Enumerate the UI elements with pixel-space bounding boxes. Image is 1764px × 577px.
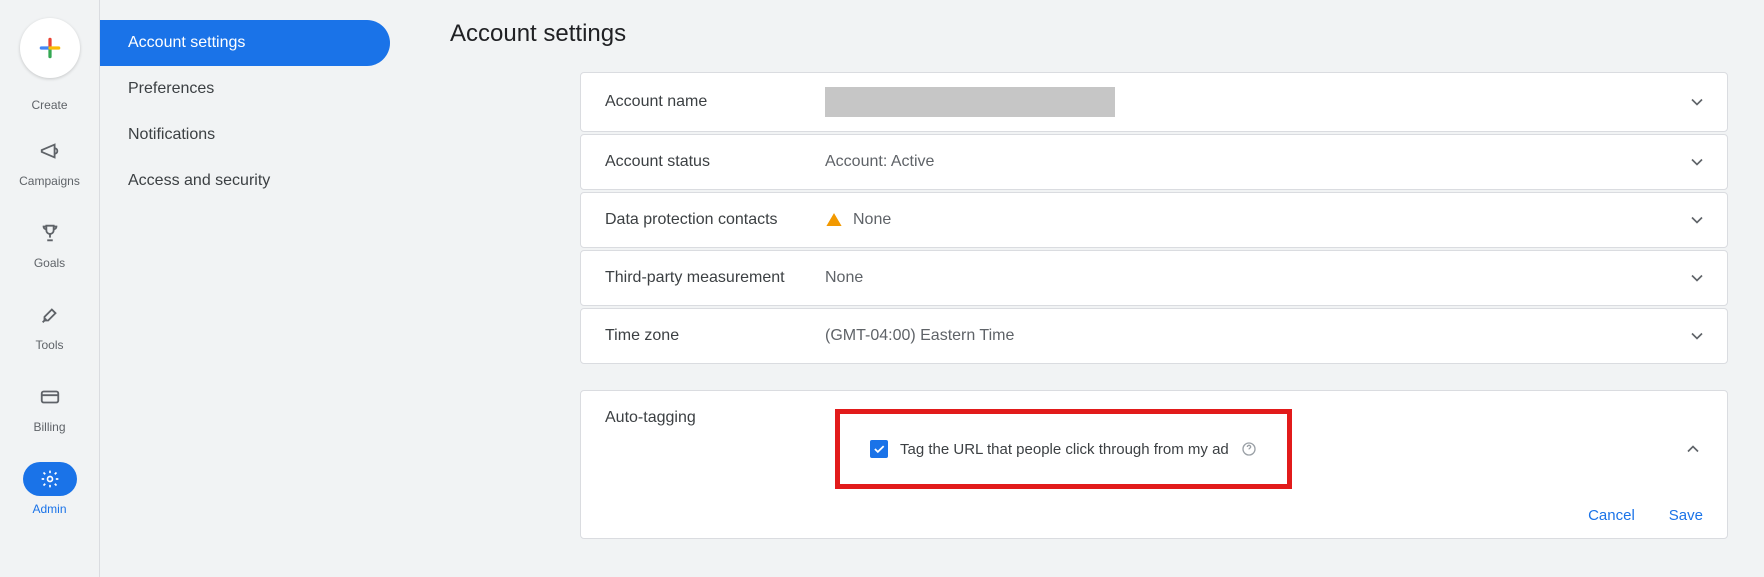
chevron-down-icon [1687,326,1707,346]
panel-label: Third-party measurement [605,269,825,287]
sidebar-item-access-security[interactable]: Access and security [100,158,390,204]
rail-label: Goals [34,256,65,270]
sidebar-item-account-settings[interactable]: Account settings [100,20,390,66]
chevron-down-icon [1687,92,1707,112]
left-rail: Create Campaigns Goals To [0,0,100,577]
panel-value: (GMT-04:00) Eastern Time [825,327,1014,345]
rail-item-campaigns[interactable]: Campaigns [10,128,90,194]
chevron-down-icon [1687,152,1707,172]
redacted-value [825,87,1115,117]
main-content: Account settings Account name Account st… [390,0,1764,577]
rail-item-tools[interactable]: Tools [10,292,90,358]
tools-icon [39,304,61,326]
page-title: Account settings [450,20,1728,48]
help-icon[interactable] [1241,441,1257,457]
highlight-box: Tag the URL that people click through fr… [835,409,1292,489]
rail-label: Tools [35,338,63,352]
chevron-down-icon [1687,268,1707,288]
create-button[interactable] [20,18,80,78]
rail-label: Campaigns [19,174,80,188]
panel-data-protection[interactable]: Data protection contacts None [580,192,1728,248]
megaphone-icon [39,140,61,162]
cancel-button[interactable]: Cancel [1588,507,1635,524]
card-icon [39,386,61,408]
sidebar: Account settings Preferences Notificatio… [100,0,390,577]
panel-label: Time zone [605,327,825,345]
rail-item-goals[interactable]: Goals [10,210,90,276]
sidebar-item-notifications[interactable]: Notifications [100,112,390,158]
save-button[interactable]: Save [1669,507,1703,524]
trophy-icon [39,222,61,244]
panel-time-zone[interactable]: Time zone (GMT-04:00) Eastern Time [580,308,1728,364]
panel-label: Account status [605,153,825,171]
panel-label: Auto-tagging [605,409,835,427]
plus-icon [37,35,63,61]
rail-item-billing[interactable]: Billing [10,374,90,440]
panel-value: Account: Active [825,153,934,171]
create-label: Create [31,98,67,112]
chevron-up-icon[interactable] [1683,439,1703,459]
panel-value: None [853,211,891,229]
panel-third-party[interactable]: Third-party measurement None [580,250,1728,306]
panel-account-status[interactable]: Account status Account: Active [580,134,1728,190]
auto-tagging-checkbox[interactable] [870,440,888,458]
sidebar-item-preferences[interactable]: Preferences [100,66,390,112]
rail-item-admin[interactable]: Admin [10,456,90,522]
warning-icon [825,211,843,229]
panel-value: None [825,269,863,287]
panel-label: Account name [605,93,825,111]
rail-label: Admin [32,502,66,516]
panel-auto-tagging: Auto-tagging Tag the URL that people cli… [580,390,1728,539]
panel-account-name[interactable]: Account name [580,72,1728,132]
gear-icon [40,469,60,489]
panel-label: Data protection contacts [605,211,825,229]
chevron-down-icon [1687,210,1707,230]
checkbox-label: Tag the URL that people click through fr… [900,441,1229,458]
rail-label: Billing [33,420,65,434]
